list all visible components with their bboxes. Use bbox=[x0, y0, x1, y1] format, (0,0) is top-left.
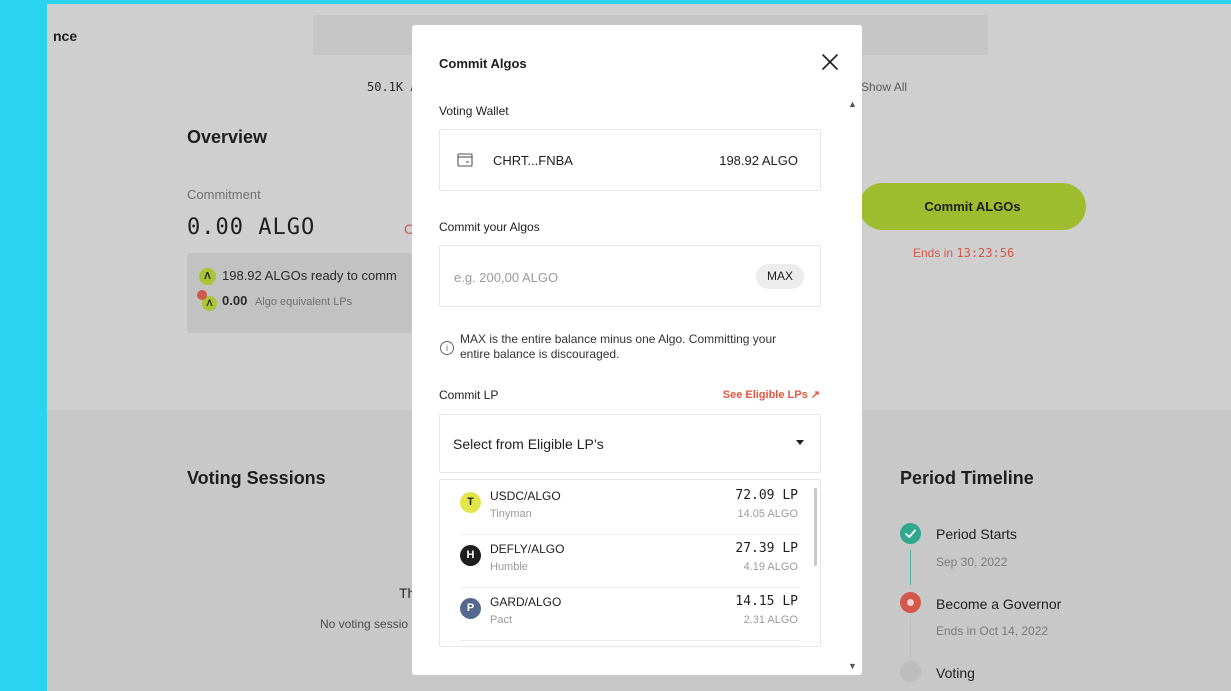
list-scrollbar[interactable] bbox=[814, 488, 817, 566]
algo-icon: Λ bbox=[199, 268, 216, 286]
voting-wallet-label: Voting Wallet bbox=[439, 104, 509, 118]
lp-algo-equivalent: 2.31 ALGO bbox=[743, 614, 798, 626]
amount-input[interactable] bbox=[452, 264, 736, 290]
max-button[interactable]: MAX bbox=[756, 264, 804, 289]
commit-algos-modal: Commit Algos ▲ ▼ Voting Wallet CHRT...FN… bbox=[412, 25, 862, 675]
see-eligible-lps-link[interactable]: See Eligible LPs ↗ bbox=[723, 388, 820, 401]
timeline-step-date: Ends in Oct 14, 2022 bbox=[936, 624, 1049, 638]
balance-summary-box: Λ 198.92 ALGOs ready to comm Λ 0.00 Algo e… bbox=[187, 253, 412, 333]
commit-algos-label: Commit your Algos bbox=[439, 220, 540, 234]
lp-pair-name: GARD/ALGO bbox=[490, 595, 562, 609]
lp-token-icon: Λ bbox=[197, 290, 217, 312]
commit-lp-label: Commit LP bbox=[439, 388, 499, 402]
scroll-up-arrow-icon[interactable]: ▲ bbox=[848, 99, 857, 109]
lp-select-dropdown[interactable]: Select from Eligible LP’s bbox=[439, 414, 821, 473]
external-link-icon: ↗ bbox=[810, 389, 820, 401]
lp-row: Λ 0.00 Algo equivalent LPs bbox=[197, 290, 352, 312]
lp-amount: 27.39 LP bbox=[735, 541, 798, 556]
amount-field-container: MAX bbox=[439, 245, 821, 307]
lp-amount: 14.15 LP bbox=[735, 594, 798, 609]
lp-list-item[interactable]: P GARD/ALGO Pact 14.15 LP 2.31 ALGO bbox=[460, 588, 800, 641]
supply-stat: 50.1K A bbox=[367, 80, 418, 94]
scroll-down-arrow-icon[interactable]: ▼ bbox=[848, 661, 857, 671]
info-icon: i bbox=[440, 341, 454, 355]
max-info-text: MAX is the entire balance minus one Algo… bbox=[460, 332, 777, 361]
commit-algos-button[interactable]: Commit ALGOs bbox=[859, 183, 1086, 230]
modal-title: Commit Algos bbox=[439, 56, 527, 71]
pact-logo-icon: P bbox=[460, 598, 481, 619]
select-label: Select from Eligible LP’s bbox=[453, 436, 604, 452]
timeline-step-label: Become a Governor bbox=[936, 596, 1062, 612]
ends-in-timer: Ends in 13:23:56 bbox=[913, 246, 1015, 260]
voting-wallet-card: CHRT...FNBA 198.92 ALGO bbox=[439, 129, 821, 191]
voting-sessions-title: Voting Sessions bbox=[187, 468, 326, 488]
timeline-step-date: Sep 30, 2022 bbox=[936, 555, 1008, 569]
lp-pair-name: DEFLY/ALGO bbox=[490, 542, 565, 556]
lp-amount: 72.09 LP bbox=[735, 488, 798, 503]
chevron-down-icon bbox=[796, 440, 804, 445]
brand-name[interactable]: nce bbox=[53, 28, 77, 44]
lp-source: Tinyman bbox=[490, 508, 532, 520]
lp-source: Humble bbox=[490, 561, 528, 573]
tinyman-logo-icon: T bbox=[460, 492, 481, 513]
lp-algo-equivalent: 14.05 ALGO bbox=[737, 508, 798, 520]
empty-state-text: No voting sessio bbox=[320, 617, 409, 631]
show-all-link[interactable]: Show All bbox=[861, 80, 907, 94]
commitment-label: Commitment bbox=[187, 187, 261, 202]
check-icon bbox=[900, 523, 921, 544]
timeline-step-label: Period Starts bbox=[936, 526, 1017, 542]
commitment-value: 0.00 ALGO bbox=[187, 215, 316, 240]
lp-algo-equivalent: 4.19 ALGO bbox=[743, 561, 798, 573]
lp-pair-name: USDC/ALGO bbox=[490, 489, 561, 503]
overview-title: Overview bbox=[187, 127, 268, 147]
lp-source: Pact bbox=[490, 614, 513, 626]
pending-step-icon bbox=[900, 661, 921, 682]
period-timeline-title: Period Timeline bbox=[900, 468, 1034, 488]
timeline-step-label: Voting bbox=[936, 665, 975, 681]
ready-row: Λ 198.92 ALGOs ready to comm bbox=[199, 268, 397, 286]
close-icon[interactable] bbox=[819, 51, 841, 73]
lp-list-item[interactable]: T USDC/ALGO Tinyman 72.09 LP 14.05 ALGO bbox=[460, 482, 800, 535]
timeline-connector bbox=[910, 550, 911, 585]
wallet-balance: 198.92 ALGO bbox=[719, 153, 798, 168]
timeline-connector bbox=[910, 617, 911, 667]
active-step-icon bbox=[900, 592, 921, 613]
humble-logo-icon: H bbox=[460, 545, 481, 566]
wallet-icon bbox=[457, 152, 473, 167]
wallet-address: CHRT...FNBA bbox=[493, 153, 573, 168]
lp-list-item[interactable]: H DEFLY/ALGO Humble 27.39 LP 4.19 ALGO bbox=[460, 535, 800, 588]
eligible-lp-list: T USDC/ALGO Tinyman 72.09 LP 14.05 ALGO … bbox=[439, 479, 821, 647]
